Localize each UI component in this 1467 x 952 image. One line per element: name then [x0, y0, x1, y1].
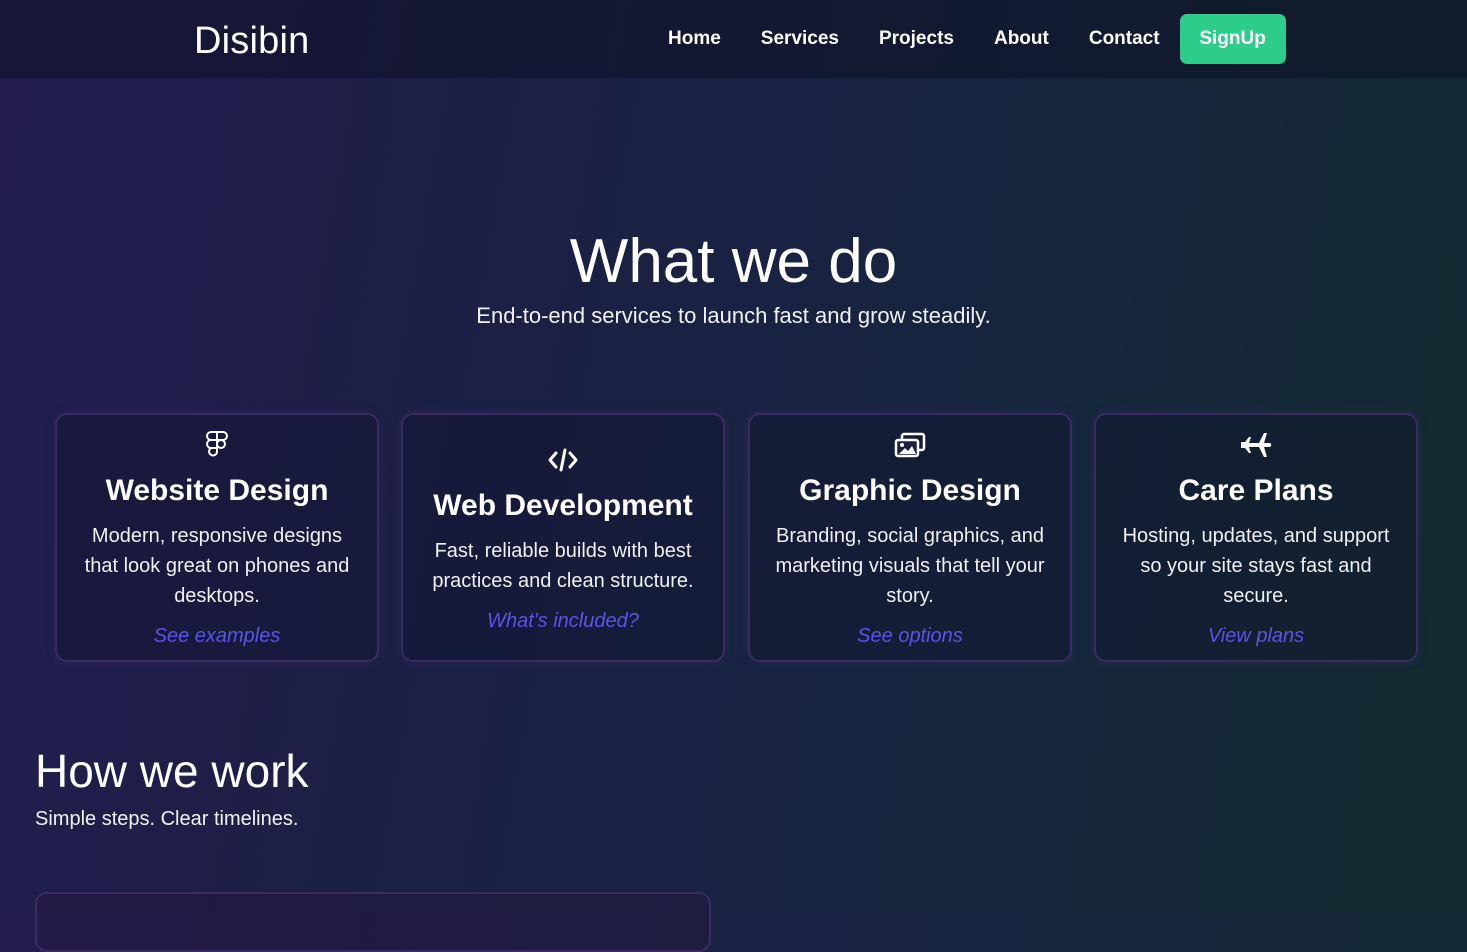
nav-contact-link[interactable]: Contact	[1069, 28, 1180, 50]
brand-logo[interactable]: Disibin	[194, 18, 309, 64]
whats-included-link[interactable]: What's included?	[403, 608, 723, 634]
card-title: Graphic Design	[799, 474, 1021, 507]
process-step-card	[35, 892, 711, 952]
service-card-graphic-design: Graphic Design Branding, social graphics…	[748, 413, 1072, 662]
card-description: Branding, social graphics, and marketing…	[775, 525, 1045, 607]
process-title: How we work	[35, 745, 309, 797]
card-description: Hosting, updates, and support so your si…	[1122, 525, 1390, 607]
service-card-website-design: Website Design Modern, responsive design…	[55, 413, 379, 662]
card-title: Website Design	[105, 474, 329, 507]
signup-button[interactable]: SignUp	[1179, 14, 1286, 64]
card-title: Web Development	[433, 489, 693, 522]
services-subtitle: End-to-end services to launch fast and g…	[476, 303, 991, 328]
process-subtitle: Simple steps. Clear timelines.	[35, 808, 299, 830]
see-options-link[interactable]: See options	[750, 623, 1070, 649]
view-plans-link[interactable]: View plans	[1096, 623, 1416, 649]
card-title: Care Plans	[1178, 474, 1334, 507]
nav-home-link[interactable]: Home	[648, 28, 741, 50]
code-icon	[403, 444, 723, 476]
navbar: Disibin Home Services Projects About Con…	[0, 0, 1467, 78]
nav-services-link[interactable]: Services	[741, 28, 859, 50]
see-examples-link[interactable]: See examples	[57, 623, 377, 649]
card-description: Fast, reliable builds with best practice…	[432, 540, 694, 592]
nav-about-link[interactable]: About	[974, 28, 1069, 50]
images-icon	[750, 429, 1070, 461]
card-description: Modern, responsive designs that look gre…	[84, 525, 350, 607]
nav-links: Home Services Projects About Contact Sig…	[648, 14, 1286, 64]
service-card-care-plans: Care Plans Hosting, updates, and support…	[1094, 413, 1418, 662]
services-title: What we do	[569, 227, 898, 296]
service-card-web-development: Web Development Fast, reliable builds wi…	[401, 413, 725, 662]
figma-icon	[57, 429, 377, 461]
plane-icon	[1096, 429, 1416, 461]
nav-projects-link[interactable]: Projects	[859, 28, 974, 50]
